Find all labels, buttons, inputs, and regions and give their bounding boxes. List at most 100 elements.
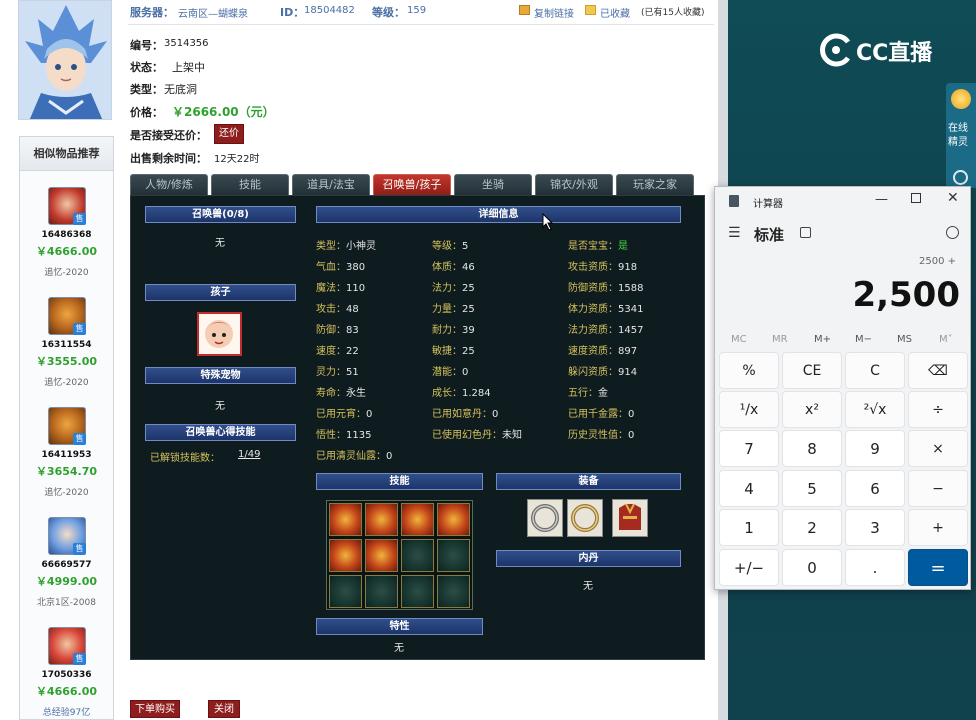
sale-badge: 售 [73, 213, 86, 225]
hamburger-menu-icon[interactable]: ☰ [728, 225, 741, 241]
multiply-key[interactable]: × [908, 430, 968, 467]
trait-header: 特性 [316, 618, 483, 635]
similar-item-thumbnail[interactable]: 售 [48, 297, 86, 335]
square-root-key[interactable]: ²√x [845, 391, 905, 428]
tab-outfits[interactable]: 锦衣/外观 [535, 174, 613, 195]
special-pet-header: 特殊宠物 [145, 367, 296, 384]
number-label: 编号： [130, 39, 163, 52]
similar-item-thumbnail[interactable]: 售 [48, 187, 86, 225]
stat-label: 敏捷： [432, 346, 462, 357]
decimal-key[interactable]: . [845, 549, 905, 586]
equipment-slot[interactable] [567, 499, 603, 537]
digit-1-key[interactable]: 1 [719, 509, 779, 546]
memory-recall-button[interactable]: MR [772, 334, 788, 345]
memory-subtract-button[interactable]: M− [855, 334, 872, 345]
skill-slot[interactable] [329, 503, 362, 536]
calculator-mode: 标准 [754, 226, 785, 244]
stat-label: 法力资质： [568, 325, 618, 336]
favorited-button[interactable]: 已收藏 [600, 5, 630, 20]
calculator-title: 计算器 [753, 199, 783, 210]
tab-items[interactable]: 道具/法宝 [292, 174, 370, 195]
copy-link-button[interactable]: 复制链接 [534, 5, 574, 20]
server-label: 服务器： [130, 6, 174, 19]
stat-value: 380 [346, 262, 366, 273]
child-portrait[interactable] [197, 312, 242, 356]
digit-6-key[interactable]: 6 [845, 470, 905, 507]
keep-on-top-icon[interactable] [800, 227, 811, 238]
clear-entry-key[interactable]: CE [782, 352, 842, 389]
digit-5-key[interactable]: 5 [782, 470, 842, 507]
stat-value: 897 [618, 346, 638, 357]
digit-8-key[interactable]: 8 [782, 430, 842, 467]
sprite-side-widget[interactable]: 在线 精灵 [946, 83, 976, 188]
skill-slot[interactable] [329, 539, 362, 572]
side-sprite-label: 精灵 [948, 137, 968, 148]
similar-item[interactable]: 售 16411953 ￥3654.70 追忆-2020 [20, 407, 113, 515]
similar-item-thumbnail[interactable]: 售 [48, 627, 86, 665]
similar-item-id: 16411953 [41, 450, 92, 460]
tab-character[interactable]: 人物/修炼 [130, 174, 208, 195]
similar-item-thumbnail[interactable]: 售 [48, 407, 86, 445]
similar-item-price: ￥4666.00 [35, 685, 98, 698]
similar-item[interactable]: 售 66669577 ￥4999.00 北京1区-2008 [20, 517, 113, 625]
stat-value: 918 [618, 262, 638, 273]
bargain-button[interactable]: 还价 [214, 124, 244, 144]
unlocked-skills-value[interactable]: 1/49 [238, 449, 260, 460]
digit-2-key[interactable]: 2 [782, 509, 842, 546]
bargain-label: 是否接受还价： [130, 129, 207, 142]
maximize-icon[interactable] [911, 193, 921, 203]
similar-item-id: 16486368 [41, 230, 92, 240]
skill-slot[interactable] [365, 539, 398, 572]
stat-label: 寿命： [316, 388, 346, 399]
backspace-key[interactable]: ⌫ [908, 352, 968, 389]
digit-9-key[interactable]: 9 [845, 430, 905, 467]
digit-4-key[interactable]: 4 [719, 470, 779, 507]
equals-key[interactable]: = [908, 549, 968, 586]
similar-item-thumbnail[interactable]: 售 [48, 517, 86, 555]
memory-clear-button[interactable]: MC [731, 334, 747, 345]
digit-0-key[interactable]: 0 [782, 549, 842, 586]
memory-list-button[interactable]: M˅ [939, 334, 953, 345]
memory-store-button[interactable]: MS [897, 334, 912, 345]
inner-dan-header: 内丹 [496, 550, 681, 567]
equipment-slot[interactable] [612, 499, 648, 537]
skill-slot[interactable] [437, 503, 470, 536]
buy-button[interactable]: 下单购买 [130, 700, 180, 718]
detail-header: 详细信息 [316, 206, 681, 223]
stat-label: 潜能： [432, 367, 462, 378]
unlocked-skills-label: 已解锁技能数： [150, 453, 220, 464]
similar-item[interactable]: 售 17050336 ￥4666.00 总经验97亿 [20, 627, 113, 720]
close-window-icon[interactable]: ✕ [947, 190, 959, 206]
stat-label: 耐力： [432, 325, 462, 336]
similar-item[interactable]: 售 16486368 ￥4666.00 追忆-2020 [20, 187, 113, 295]
minimize-icon[interactable]: — [875, 192, 888, 207]
skill-slot[interactable] [365, 503, 398, 536]
stat-value: 22 [346, 346, 359, 357]
digit-3-key[interactable]: 3 [845, 509, 905, 546]
history-icon[interactable] [946, 226, 959, 239]
close-button[interactable]: 关闭 [208, 700, 240, 718]
clear-key[interactable]: C [845, 352, 905, 389]
percent-key[interactable]: % [719, 352, 779, 389]
calculator-display: 2,500 [852, 275, 960, 315]
skill-slot[interactable] [401, 503, 434, 536]
subtract-key[interactable]: − [908, 470, 968, 507]
add-key[interactable]: + [908, 509, 968, 546]
tab-mounts[interactable]: 坐骑 [454, 174, 532, 195]
similar-item-id: 66669577 [41, 560, 92, 570]
reciprocal-key[interactable]: ¹/x [719, 391, 779, 428]
similar-item[interactable]: 售 16311554 ￥3555.00 追忆-2020 [20, 297, 113, 405]
divide-key[interactable]: ÷ [908, 391, 968, 428]
tab-home[interactable]: 玩家之家 [616, 174, 694, 195]
status-value: 上架中 [172, 61, 205, 74]
character-avatar [18, 0, 112, 120]
copy-icon [519, 5, 530, 15]
negate-key[interactable]: +/− [719, 549, 779, 586]
tab-pets[interactable]: 召唤兽/孩子 [373, 174, 451, 195]
tab-skills[interactable]: 技能 [211, 174, 289, 195]
memory-add-button[interactable]: M+ [814, 334, 831, 345]
digit-7-key[interactable]: 7 [719, 430, 779, 467]
equipment-slot[interactable] [527, 499, 563, 537]
square-key[interactable]: x² [782, 391, 842, 428]
stat-value: 永生 [346, 388, 366, 399]
